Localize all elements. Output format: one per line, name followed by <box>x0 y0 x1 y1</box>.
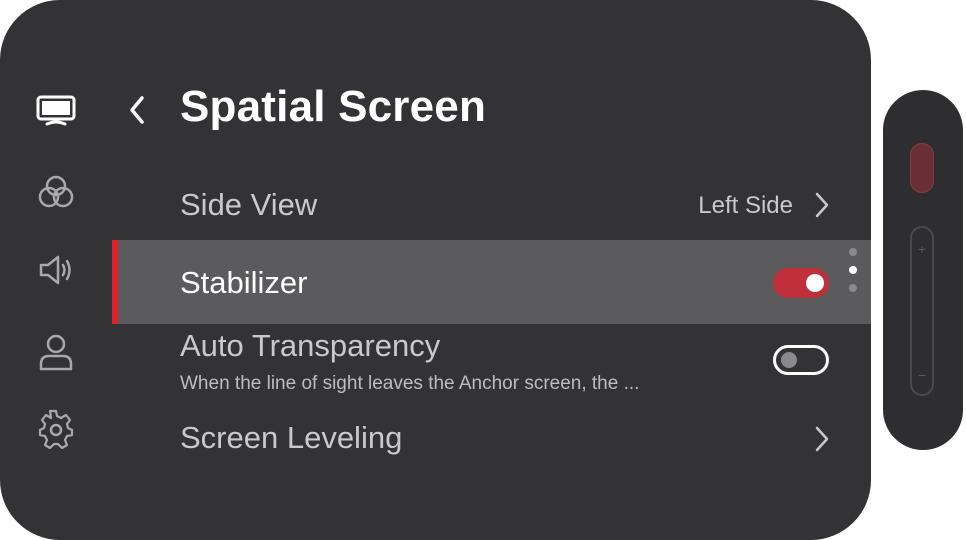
gear-icon[interactable] <box>34 408 78 452</box>
color-circles-icon[interactable] <box>34 170 78 214</box>
back-button[interactable] <box>120 90 154 130</box>
scroll-indicator <box>849 248 859 294</box>
scroll-dot-active <box>849 266 857 274</box>
minus-icon: − <box>917 367 927 383</box>
auto-transparency-toggle[interactable] <box>773 345 829 375</box>
auto-transparency-row[interactable]: Auto Transparency When the line of sight… <box>112 324 871 406</box>
chevron-right-icon <box>811 424 833 454</box>
volume-slider[interactable]: + − <box>910 226 934 396</box>
plus-icon: + <box>917 241 927 257</box>
auto-transparency-description: When the line of sight leaves the Anchor… <box>180 373 640 394</box>
selection-indicator <box>112 240 118 324</box>
monitor-icon[interactable] <box>34 88 78 132</box>
page-title: Spatial Screen <box>180 82 487 131</box>
user-icon[interactable] <box>34 330 78 374</box>
side-view-value: Left Side <box>698 192 793 219</box>
scroll-dot <box>849 248 857 256</box>
record-button[interactable] <box>910 143 934 193</box>
scroll-dot <box>849 284 857 292</box>
screen-leveling-row[interactable]: Screen Leveling <box>112 406 871 472</box>
side-controller: + − <box>883 90 963 450</box>
screen-leveling-label: Screen Leveling <box>180 420 403 455</box>
stabilizer-row[interactable]: Stabilizer <box>112 240 871 324</box>
stabilizer-label: Stabilizer <box>180 265 308 300</box>
side-view-row[interactable]: Side View Left Side <box>112 170 871 240</box>
speaker-icon[interactable] <box>34 248 78 292</box>
side-view-label: Side View <box>180 187 318 222</box>
chevron-right-icon <box>811 190 833 220</box>
stabilizer-toggle[interactable] <box>773 268 829 298</box>
settings-panel: Spatial Screen Side View Left Side Stabi… <box>0 0 871 540</box>
toggle-knob <box>781 352 797 368</box>
chevron-left-icon <box>130 96 144 124</box>
auto-transparency-label: Auto Transparency <box>180 328 441 363</box>
toggle-knob <box>806 274 824 292</box>
